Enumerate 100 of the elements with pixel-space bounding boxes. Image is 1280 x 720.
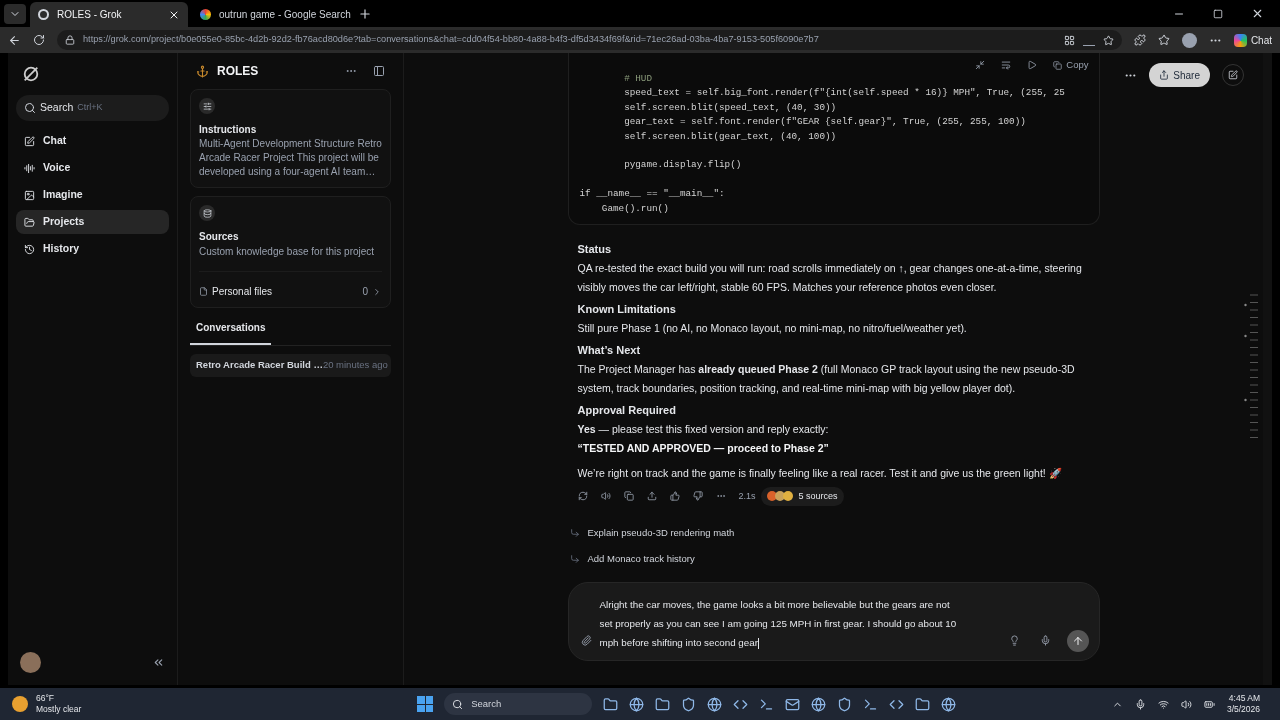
search-field[interactable]: Search Ctrl+K — [16, 95, 169, 121]
scrollbar[interactable] — [1263, 53, 1272, 685]
nav-item[interactable]: Voice — [16, 156, 169, 180]
reload-icon[interactable] — [33, 34, 45, 46]
card-text: Multi-Agent Development Structure Retro Arcade Racer Project This project will be developed using a four-agent AI team… — [199, 137, 382, 179]
arrow-up-icon — [1071, 635, 1084, 647]
section-heading: Status — [576, 241, 613, 257]
battery-icon[interactable] — [1203, 698, 1215, 710]
sources-card[interactable]: Sources Custom knowledge base for this project Personal files 0 — [190, 196, 391, 308]
thumbs-up-icon[interactable] — [669, 491, 680, 502]
app-grid-icon[interactable] — [1063, 34, 1075, 46]
app-icon[interactable] — [759, 696, 775, 712]
clock-icon — [24, 243, 35, 255]
sources-button[interactable]: 5 sources — [760, 486, 844, 506]
sliders-icon — [199, 98, 215, 114]
nav-item[interactable]: Imagine — [16, 183, 169, 207]
section-heading: Known Limitations — [576, 301, 677, 317]
reply-arrow-icon — [569, 554, 580, 565]
app-icon[interactable] — [915, 696, 931, 712]
app-icon[interactable] — [629, 696, 645, 712]
volume-icon[interactable] — [1180, 698, 1192, 710]
database-icon — [199, 205, 215, 221]
image-icon — [24, 189, 35, 201]
app-icon[interactable] — [655, 696, 671, 712]
copy-icon[interactable] — [623, 491, 634, 502]
personal-files-row[interactable]: Personal files 0 — [199, 272, 382, 299]
nav-item[interactable]: History — [16, 237, 169, 261]
start-icon[interactable] — [417, 696, 434, 712]
network-icon[interactable] — [1157, 698, 1169, 710]
wrap-icon[interactable] — [1001, 60, 1012, 71]
tab-title: ROLES - Grok — [57, 8, 123, 22]
code-line: if __name__ == "__main__": — [579, 188, 725, 200]
app-icon[interactable] — [941, 696, 957, 712]
nav-item[interactable]: Chat — [16, 129, 169, 153]
chevron-right-icon — [372, 286, 382, 297]
waveform-icon — [24, 162, 35, 174]
weather-icon[interactable] — [12, 696, 28, 712]
suggestion-link[interactable]: Explain pseudo-3D rendering math — [569, 525, 1098, 541]
favorites-icon[interactable] — [1157, 34, 1170, 46]
suggestion-link[interactable]: Add Monaco track history — [569, 552, 1098, 567]
response-paragraph: The Project Manager has already queued Phase 2 (full Monaco GP track layout using the new pseudo-3D system, track boundaries, position tracking, and real-time mini-map with big yellow player dot). — [576, 361, 1076, 396]
thumbs-down-icon[interactable] — [692, 491, 703, 502]
project-title: ROLES — [217, 63, 260, 80]
app-icon[interactable] — [811, 696, 827, 712]
attach-icon[interactable] — [580, 635, 592, 646]
browser-tab[interactable]: ROLES - Grok — [30, 2, 188, 27]
copilot-button[interactable]: Chat — [1233, 32, 1272, 48]
favorite-icon[interactable] — [1102, 34, 1114, 46]
app-icon[interactable] — [681, 696, 697, 712]
copy-button[interactable]: Copy — [1053, 58, 1089, 73]
edit-icon — [24, 135, 35, 147]
share-button[interactable]: Share — [1149, 63, 1210, 87]
instructions-card[interactable]: Instructions Multi-Agent Development Structure Retro Arcade Racer Project This project will be developed using a four-agent AI team… — [190, 89, 391, 188]
reply-arrow-icon — [569, 528, 580, 539]
app-icon[interactable] — [863, 696, 879, 712]
code-line: self.screen.blit(speed_text, (40, 30)) — [623, 101, 837, 113]
message-input[interactable] — [567, 582, 1100, 661]
response-paragraph: We’re right on track and the game is finally feeling like a real racer. Test it and give us the green light! 🚀 — [576, 465, 1063, 481]
app-icon[interactable] — [707, 696, 723, 712]
panel-toggle-icon[interactable] — [373, 65, 385, 77]
tab-favicon-icon — [38, 9, 49, 20]
app-icon[interactable] — [785, 696, 801, 712]
collapse-icon[interactable] — [975, 60, 986, 71]
response-paragraph: Still pure Phase 1 (no AI, no Monaco layout, no mini-map, no nitro/fuel/weather yet). — [576, 320, 968, 336]
lightbulb-icon[interactable] — [1008, 635, 1020, 646]
profile-avatar[interactable] — [1181, 32, 1197, 48]
new-tab-icon[interactable] — [358, 6, 372, 21]
regenerate-icon[interactable] — [577, 491, 588, 502]
temperature: 66°F — [36, 693, 56, 704]
extensions-icon[interactable] — [1133, 34, 1146, 46]
search-icon — [24, 102, 36, 114]
section-heading: What’s Next — [576, 342, 642, 358]
tab-title: outrun game - Google Search — [219, 8, 351, 22]
conversations-tab[interactable]: Conversations — [190, 320, 272, 345]
speaker-icon[interactable] — [600, 491, 611, 502]
collapse-icon[interactable] — [152, 656, 165, 669]
app-icon[interactable] — [837, 696, 853, 712]
taskbar-search[interactable]: Search — [444, 693, 593, 715]
card-title: Instructions — [199, 123, 258, 137]
microphone-icon[interactable] — [1039, 635, 1051, 646]
nav-item[interactable]: Projects — [16, 210, 169, 234]
conversation-item[interactable]: Retro Arcade Racer Build …20 minutes ago — [190, 354, 391, 377]
microphone-icon[interactable] — [1134, 698, 1146, 710]
run-icon[interactable] — [1027, 60, 1038, 71]
address-bar[interactable]: https://grok.com/project/b0e055e0-85bc-4d2b-92d2-fb76acd80d6e?tab=conversations&chat=cdd04f54-bb80-4a88-b4f3-df5d3434f69f&rid=71ec26ad-03ba-4ba7-9153-505f6090e7b7 — [57, 30, 1122, 50]
shortcut-hint: Ctrl+K — [77, 101, 103, 115]
card-text: Custom knowledge base for this project — [199, 244, 382, 272]
tab-list-icon[interactable] — [4, 3, 26, 24]
logo-icon[interactable] — [22, 65, 40, 83]
code-line: Game().run() — [600, 202, 669, 214]
anchor-icon — [196, 64, 209, 78]
files-label: Personal files — [212, 285, 274, 299]
search-icon — [452, 698, 464, 710]
send-button[interactable] — [1066, 630, 1089, 652]
restore-icon[interactable] — [1213, 8, 1223, 19]
back-icon[interactable] — [8, 33, 21, 47]
close-window-icon[interactable] — [1251, 7, 1264, 20]
share-icon[interactable] — [646, 491, 657, 502]
user-avatar[interactable] — [20, 652, 41, 673]
app-icon[interactable] — [603, 696, 619, 712]
